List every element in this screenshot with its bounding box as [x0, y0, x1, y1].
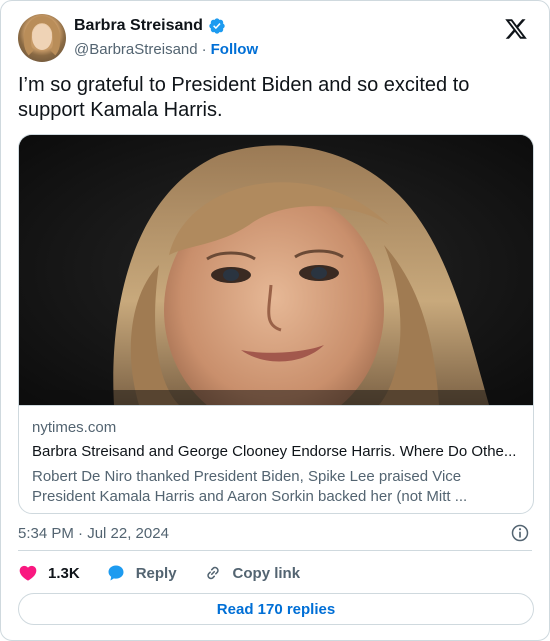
link-preview-card[interactable]: nytimes.com Barbra Streisand and George …: [18, 134, 534, 514]
link-icon: [206, 566, 219, 580]
avatar[interactable]: [18, 14, 66, 62]
article-photo[interactable]: [19, 135, 534, 405]
tweet-text: I’m so grateful to President Biden and s…: [18, 74, 470, 121]
author-handle[interactable]: @BarbraStreisand: [74, 41, 198, 58]
author-handle-row: @BarbraStreisand · Follow: [74, 41, 258, 58]
follow-button[interactable]: Follow: [211, 41, 259, 58]
tweet-timestamp[interactable]: 5:34 PM · Jul 22, 2024: [18, 525, 169, 542]
info-icon[interactable]: [510, 523, 530, 543]
reply-button[interactable]: Reply: [106, 563, 177, 583]
tweet-embed-card: Barbra Streisand @BarbraStreisand · Foll…: [0, 0, 550, 641]
verified-badge-icon: [209, 18, 225, 34]
heart-icon: [19, 565, 37, 581]
reply-label: Reply: [135, 564, 177, 582]
timestamp-row: 5:34 PM · Jul 22, 2024: [18, 521, 532, 545]
copy-link-button[interactable]: Copy link: [203, 563, 301, 583]
link-domain: nytimes.com: [32, 419, 117, 436]
like-button[interactable]: 1.3K: [18, 563, 80, 583]
author-name-row: Barbra Streisand: [74, 17, 226, 35]
link-title[interactable]: Barbra Streisand and George Clooney Endo…: [32, 443, 524, 460]
link-description: Robert De Niro thanked President Biden, …: [32, 468, 468, 505]
read-replies-button[interactable]: Read 170 replies: [18, 593, 534, 625]
tweet-header: Barbra Streisand @BarbraStreisand · Foll…: [18, 14, 532, 64]
read-replies-label: Read 170 replies: [216, 600, 336, 618]
speech-bubble-icon: [108, 565, 124, 581]
divider: [18, 550, 532, 551]
action-bar: 1.3K Reply Copy link: [18, 560, 300, 586]
like-count: 1.3K: [48, 564, 80, 582]
x-logo-icon[interactable]: [504, 17, 528, 41]
author-name[interactable]: Barbra Streisand: [74, 17, 203, 35]
link-preview-body: nytimes.com Barbra Streisand and George …: [19, 405, 533, 513]
separator-dot: ·: [201, 41, 207, 58]
copy-link-label: Copy link: [232, 564, 301, 582]
